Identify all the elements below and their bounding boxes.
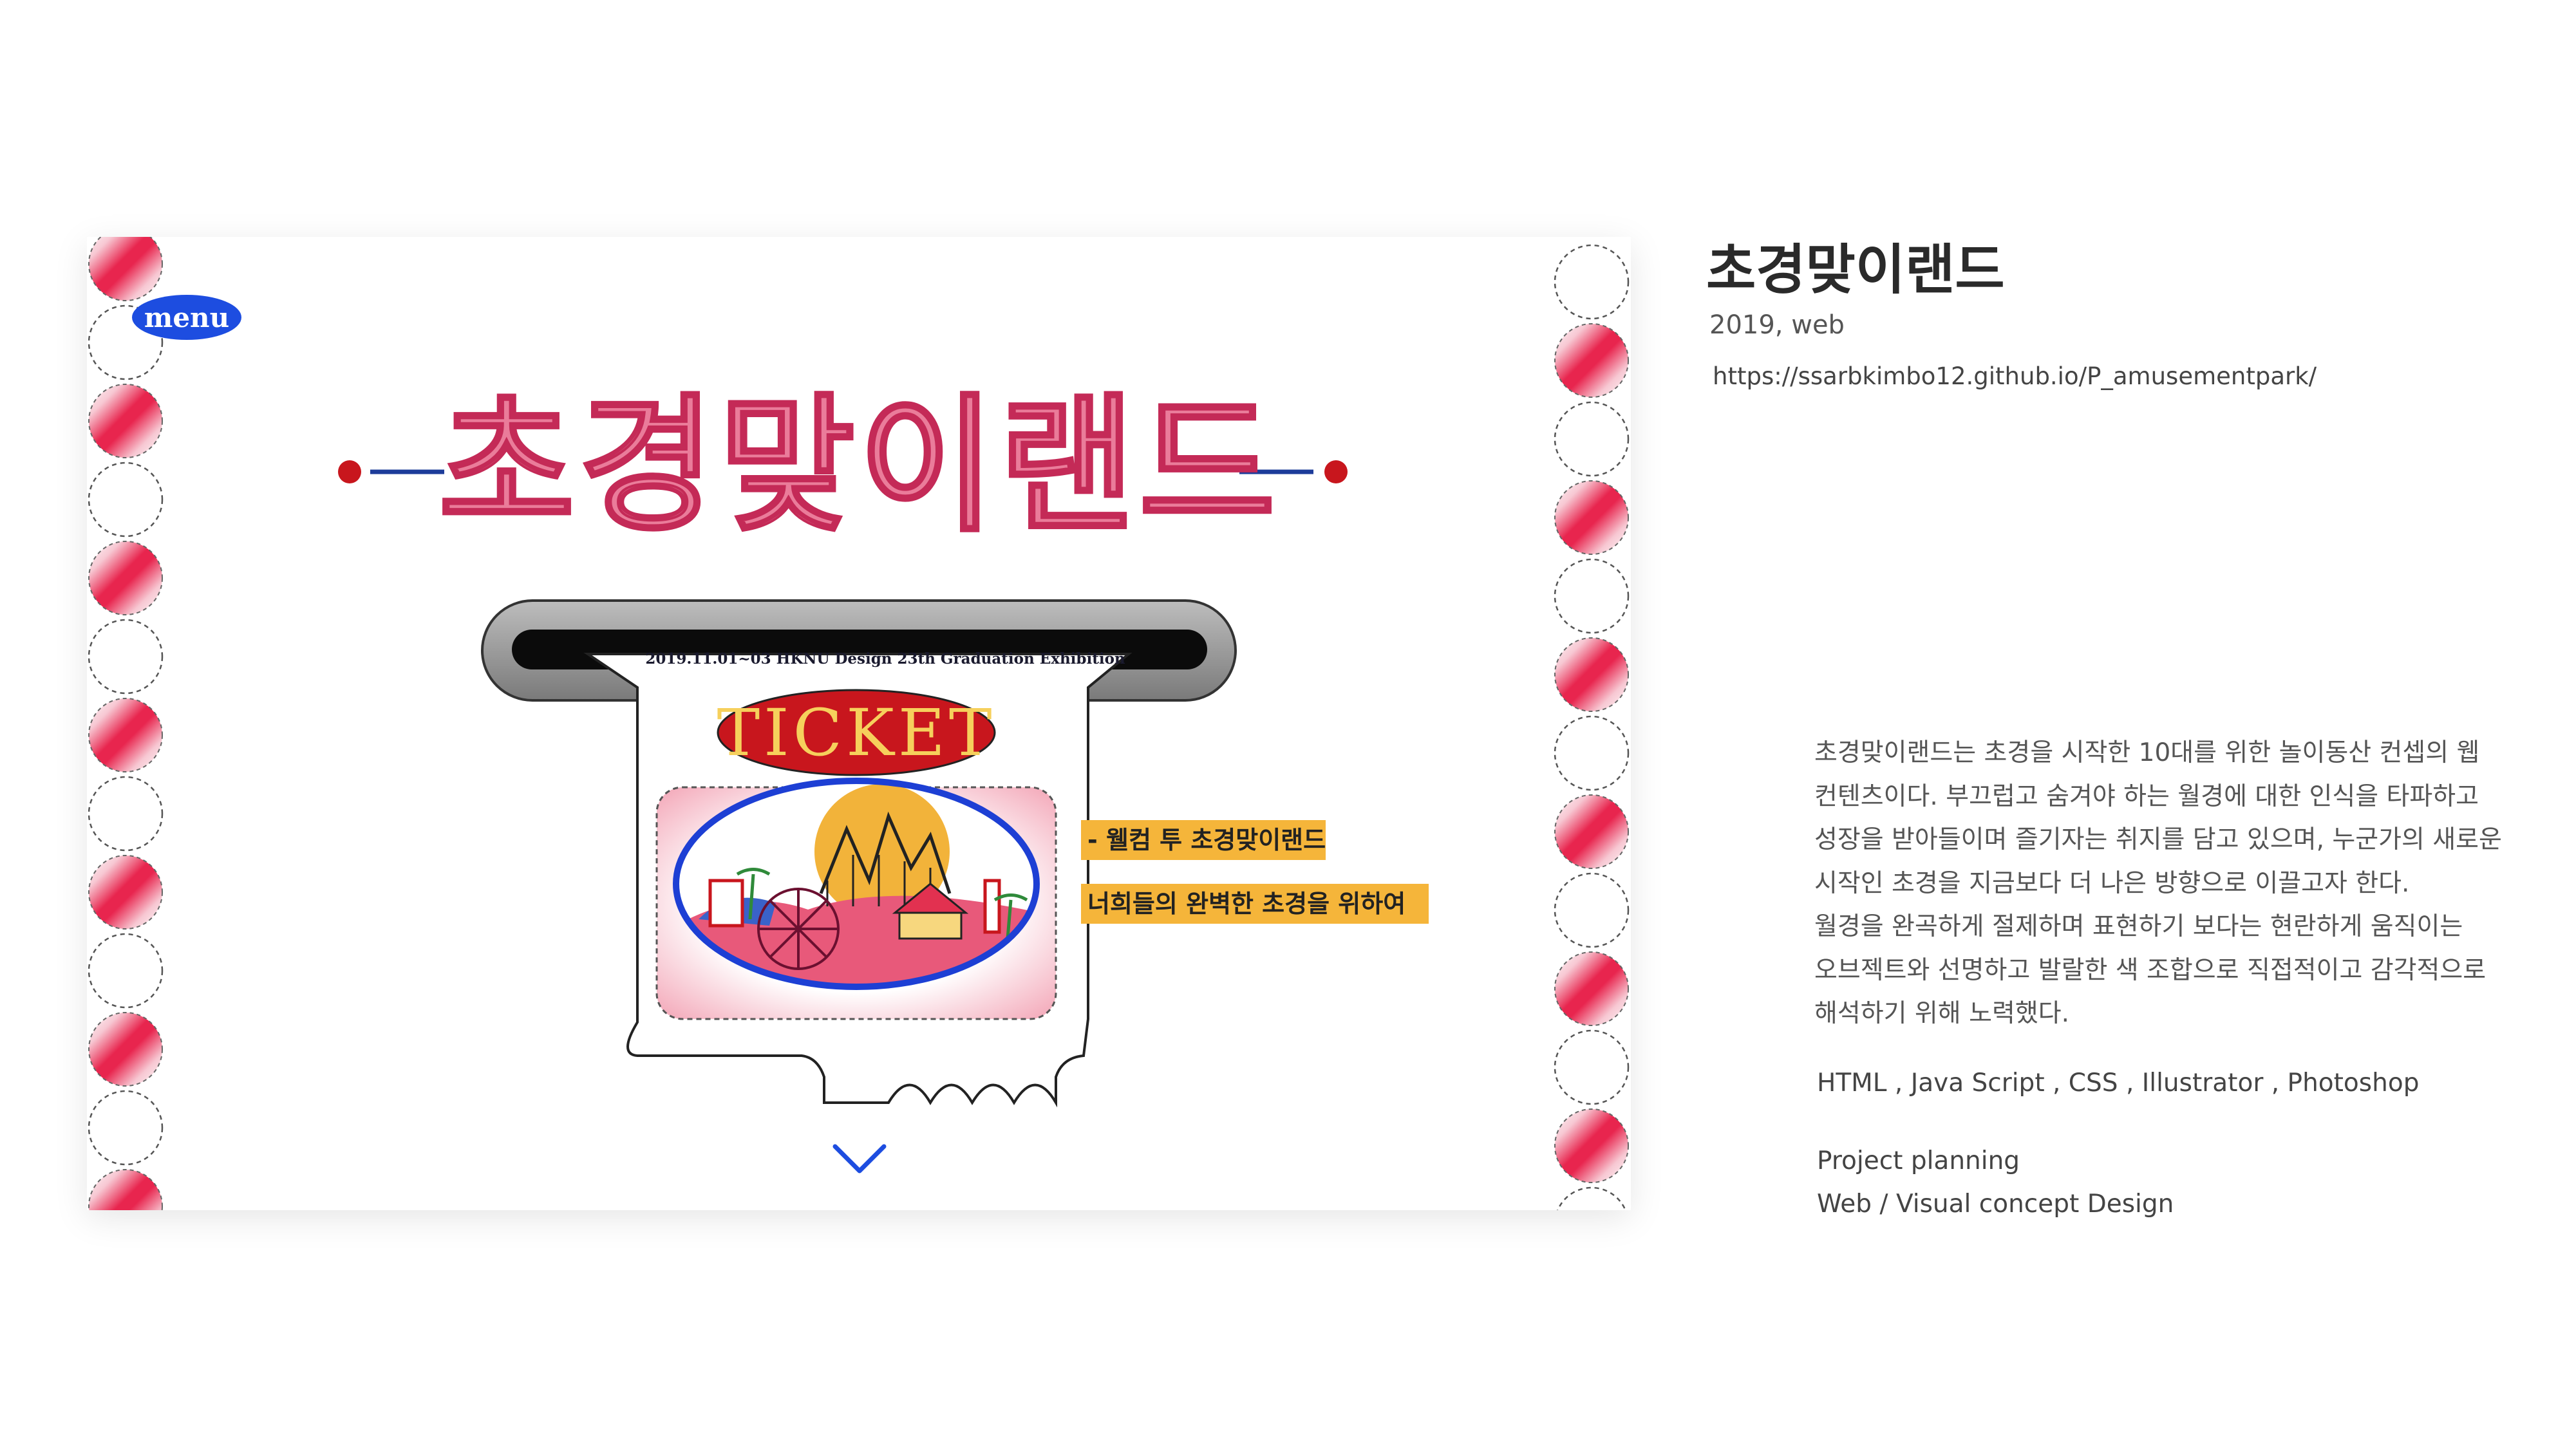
project-tools: HTML , Java Script , CSS , Illustrator ,… [1817,1069,2420,1098]
website-preview: menu 초경맞이랜드 2019.11.01~03 HKNU Design 23… [87,237,1631,1210]
description-line: 성장을 받아들이며 즐기자는 취지를 담고 있으며, 누군가의 새로운 [1814,825,2502,854]
project-roles: Project planning Web / Visual concept De… [1817,1139,2174,1226]
description-line: 시작인 초경을 지금보다 더 나은 방향으로 이끌고자 한다. [1814,868,2410,898]
description-line: 컨텐츠이다. 부끄럽고 숨겨야 하는 월경에 대한 인식을 타파하고 [1814,781,2479,811]
description-line: 초경맞이랜드는 초경을 시작한 10대를 위한 놀이동산 컨셉의 웹 [1814,738,2480,767]
project-meta: 2019, web [1709,310,1845,340]
project-url-link[interactable]: https://ssarbkimbo12.github.io/P_amuseme… [1713,362,2317,390]
slogan-banner: 너희들의 완벽한 초경을 위하여 [1081,884,1429,924]
description-line: 월경을 완곡하게 절제하며 표현하기 보다는 현란하게 움직이는 [1814,912,2463,941]
project-title: 초경맞이랜드 [1706,238,2005,301]
description-line: 해석하기 위해 노력했다. [1814,999,2069,1028]
role-item: Project planning [1817,1146,2020,1175]
ticket-label: TICKET [717,695,996,771]
welcome-banner: - 웰컴 투 초경맞이랜드 [1081,820,1326,860]
description-line: 오브젝트와 선명하고 발랄한 색 조합으로 직접적이고 감각적으로 [1814,955,2487,985]
project-description: 초경맞이랜드는 초경을 시작한 10대를 위한 놀이동산 컨셉의 웹 컨텐츠이다… [1814,731,2542,1036]
exhibition-date-line: 2019.11.01~03 HKNU Design 23th Graduatio… [645,650,1125,668]
role-item: Web / Visual concept Design [1817,1190,2174,1219]
chevron-down-icon[interactable] [827,1135,892,1180]
